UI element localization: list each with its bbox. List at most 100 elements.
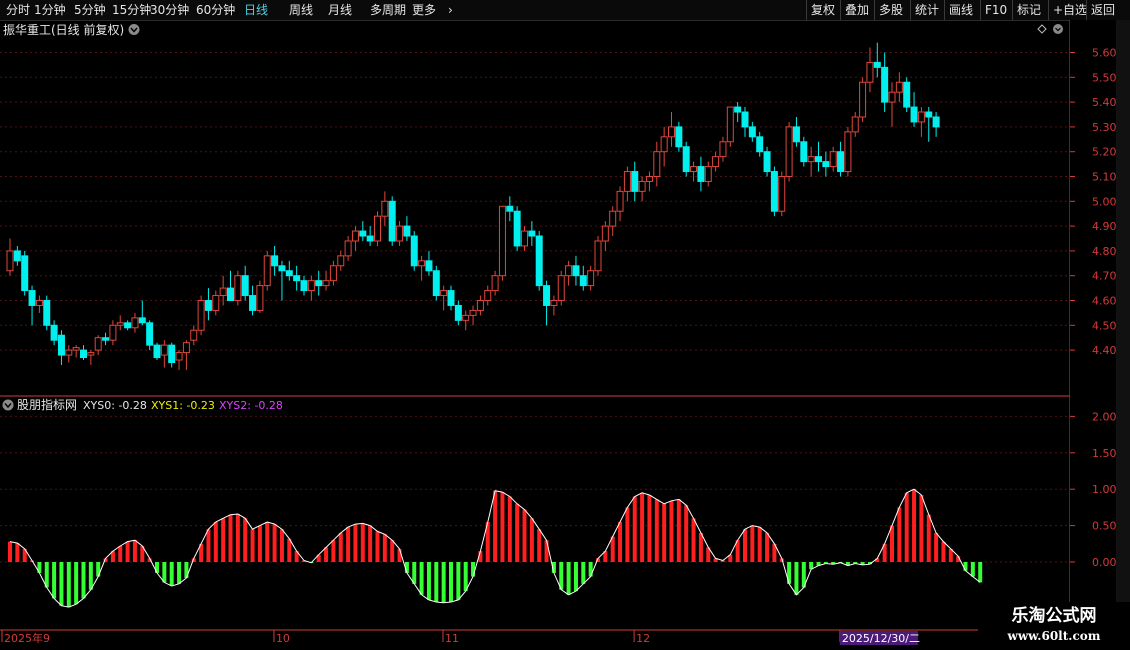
candle-up — [322, 280, 330, 287]
candle-down — [815, 156, 822, 163]
candle-up — [785, 126, 793, 177]
candle-up — [256, 285, 264, 311]
candle-down — [359, 230, 367, 237]
candle-down — [13, 250, 21, 262]
candle-down — [21, 255, 29, 292]
price-tick-label: 5.40 — [1092, 96, 1117, 109]
candle-up — [851, 116, 859, 133]
candle-down — [366, 235, 374, 242]
candle-down — [300, 280, 308, 292]
histogram-bar — [132, 540, 137, 562]
candle-down — [271, 255, 279, 267]
candle-up — [440, 290, 448, 297]
indicator-collapse-icon[interactable] — [2, 399, 14, 411]
histogram-bar — [978, 562, 983, 583]
candle-up — [917, 111, 925, 123]
candle-down — [903, 81, 911, 108]
histogram-bar — [765, 532, 770, 562]
candle-down — [881, 66, 889, 103]
diamond-icon[interactable] — [1037, 24, 1047, 34]
histogram-bar — [507, 496, 512, 562]
candle-up — [609, 210, 617, 227]
candle-down — [43, 300, 51, 326]
price-tick-label: 5.20 — [1092, 146, 1117, 159]
candle-up — [476, 300, 484, 311]
candle-down — [388, 200, 396, 242]
candle-down — [770, 171, 778, 212]
histogram-bar — [74, 562, 79, 605]
histogram-bar — [970, 562, 975, 577]
candle-down — [80, 349, 87, 359]
candle-down — [293, 275, 301, 282]
histogram-bar — [265, 521, 270, 562]
histogram-bar — [941, 541, 946, 562]
date-cursor-label: 2025/12/30/二 — [842, 632, 920, 645]
candle-up — [72, 347, 80, 351]
candle-down — [910, 106, 918, 123]
candle-up — [521, 230, 528, 247]
side-panel-strip — [1116, 20, 1130, 400]
candle-down — [102, 337, 110, 341]
candle-down — [631, 171, 639, 192]
candle-down — [800, 141, 808, 163]
candle-up — [418, 260, 426, 267]
histogram-bar — [566, 562, 571, 595]
histogram-bar — [912, 489, 917, 562]
title-dropdown-icon[interactable] — [128, 24, 140, 35]
histogram-bar — [684, 505, 689, 562]
histogram-bar — [397, 548, 402, 562]
price-tick-label: 4.50 — [1092, 319, 1117, 332]
histogram-bar — [52, 562, 57, 599]
histogram-bar — [338, 532, 343, 562]
side-panel-strip-lower — [1116, 398, 1130, 630]
histogram-bar — [662, 503, 667, 562]
candle-down — [454, 304, 462, 321]
candle-up — [712, 156, 720, 168]
histogram-bar — [456, 562, 461, 600]
candle-up — [859, 81, 867, 118]
histogram-bar — [324, 547, 329, 562]
histogram-bar — [412, 562, 417, 584]
candle-up — [660, 136, 668, 153]
histogram-bar — [890, 525, 894, 562]
candle-down — [748, 126, 756, 138]
candle-up — [498, 205, 506, 277]
histogram-bar — [529, 518, 534, 562]
histogram-bar — [213, 521, 218, 562]
histogram-bar — [919, 495, 924, 562]
histogram-bar — [515, 503, 520, 562]
histogram-bar — [640, 492, 645, 562]
candle-up — [829, 151, 837, 168]
candle-down — [822, 161, 830, 168]
candle-down — [227, 287, 234, 302]
histogram-bar — [382, 534, 387, 562]
stock-chart-canvas[interactable]: 5.60 5.50 5.40 5.30 5.20 5.10 5.00 4.90 4.80 4.70… — [0, 0, 1130, 650]
candle-down — [513, 210, 521, 247]
candle-down — [50, 324, 58, 341]
settings-circle-icon[interactable] — [1053, 24, 1063, 34]
candle-down — [763, 151, 771, 173]
candle-down — [410, 235, 418, 267]
histogram-bar — [581, 562, 586, 584]
candle-up — [351, 230, 359, 242]
histogram-bar — [221, 518, 226, 562]
candle-down — [138, 317, 146, 324]
candle-up — [888, 91, 896, 103]
candle-up — [94, 337, 102, 351]
indicator-tick-label: 1.00 — [1092, 483, 1117, 496]
histogram-bar — [691, 518, 696, 562]
histogram-bar — [757, 527, 762, 562]
candle-down — [579, 275, 587, 287]
histogram-bar — [360, 523, 365, 562]
candle-down — [425, 260, 433, 272]
candle-up — [396, 225, 404, 242]
candle-down — [572, 265, 580, 277]
candle-down — [528, 230, 536, 237]
histogram-bar — [228, 514, 233, 562]
histogram-bar — [471, 562, 476, 577]
price-tick-label: 4.40 — [1092, 344, 1117, 357]
histogram-bar — [15, 543, 20, 562]
date-label: 12 — [636, 632, 650, 645]
candle-up — [550, 300, 558, 306]
candle-up — [895, 81, 903, 93]
